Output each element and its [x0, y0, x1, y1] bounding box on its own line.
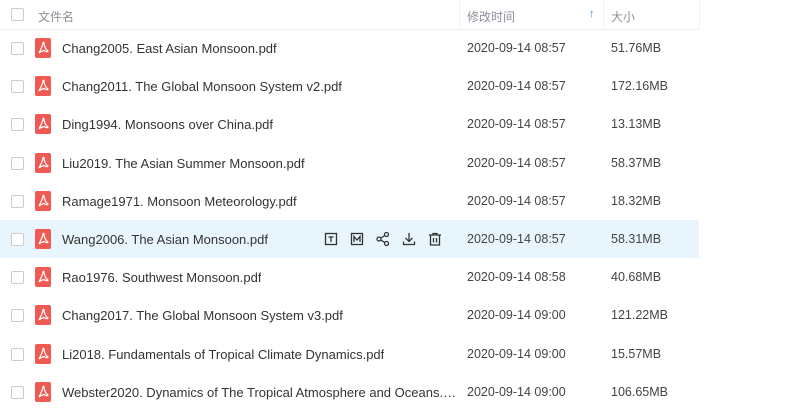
file-row[interactable]: Chang2017. The Global Monsoon System v3.… — [0, 296, 699, 334]
file-row[interactable]: Rao1976. Southwest Monsoon.pdf 2020-09-14… — [0, 258, 699, 296]
file-modified-date: 2020-09-14 09:00 — [467, 308, 566, 323]
pdf-file-icon — [35, 76, 51, 97]
file-list: 文件名 修改时间 ↑ 大小 Chang2005. East Asian Mons… — [0, 0, 800, 420]
file-name[interactable]: Wang2006. The Asian Monsoon.pdf — [62, 232, 268, 247]
sort-ascending-icon[interactable]: ↑ — [589, 8, 595, 20]
pdf-file-icon — [35, 114, 51, 135]
row-checkbox[interactable] — [11, 156, 24, 170]
file-row[interactable]: Liu2019. The Asian Summer Monsoon.pdf 202… — [0, 144, 699, 182]
save-icon[interactable] — [348, 230, 366, 248]
pdf-file-icon — [35, 343, 51, 364]
column-divider[interactable] — [699, 0, 700, 29]
pdf-file-icon — [35, 229, 51, 249]
file-name[interactable]: Liu2019. The Asian Summer Monsoon.pdf — [62, 156, 305, 171]
row-checkbox[interactable] — [11, 347, 24, 361]
pdf-file-icon — [35, 267, 51, 288]
file-size: 172.16MB — [611, 79, 668, 94]
pdf-file-icon — [35, 38, 51, 58]
file-row[interactable]: Chang2011. The Global Monsoon System v2.… — [0, 67, 699, 105]
file-size: 51.76MB — [611, 41, 662, 55]
column-divider[interactable] — [603, 0, 604, 29]
file-name[interactable]: Webster2020. Dynamics of The Tropical At… — [62, 385, 457, 400]
row-checkbox[interactable] — [11, 42, 24, 55]
row-checkbox[interactable] — [11, 309, 24, 323]
file-modified-date: 2020-09-14 09:00 — [467, 346, 566, 361]
file-row[interactable]: Ramage1971. Monsoon Meteorology.pdf 2020-… — [0, 182, 699, 220]
file-row[interactable]: Wang2006. The Asian Monsoon.pdf 2020-09-1… — [0, 220, 699, 258]
share-icon[interactable] — [374, 230, 392, 248]
column-header-size[interactable]: 大小 — [611, 8, 635, 25]
column-header-modified[interactable]: 修改时间 — [467, 8, 515, 25]
column-divider[interactable] — [459, 0, 460, 29]
file-modified-date: 2020-09-14 08:57 — [467, 117, 566, 132]
file-modified-date: 2020-09-14 08:57 — [467, 41, 566, 55]
row-checkbox[interactable] — [11, 194, 24, 208]
file-name[interactable]: Rao1976. Southwest Monsoon.pdf — [62, 270, 261, 285]
file-row[interactable]: Webster2020. Dynamics of The Tropical At… — [0, 373, 699, 411]
column-header-name[interactable]: 文件名 — [38, 8, 74, 25]
file-size: 58.37MB — [611, 155, 662, 170]
row-checkbox[interactable] — [11, 385, 24, 399]
pdf-file-icon — [35, 152, 51, 173]
file-modified-date: 2020-09-14 08:57 — [467, 193, 566, 208]
file-size: 121.22MB — [611, 308, 668, 323]
file-name[interactable]: Ding1994. Monsoons over China.pdf — [62, 117, 273, 132]
select-all-checkbox[interactable] — [11, 8, 24, 21]
file-size: 40.68MB — [611, 270, 662, 285]
file-size: 18.32MB — [611, 193, 662, 208]
file-size: 13.13MB — [611, 117, 662, 132]
file-modified-date: 2020-09-14 09:00 — [467, 384, 566, 399]
row-checkbox[interactable] — [11, 233, 24, 246]
preview-icon[interactable] — [322, 230, 340, 248]
file-modified-date: 2020-09-14 08:57 — [467, 155, 566, 170]
file-name[interactable]: Chang2011. The Global Monsoon System v2.… — [62, 79, 342, 94]
file-size: 15.57MB — [611, 346, 662, 361]
list-header: 文件名 修改时间 ↑ 大小 — [0, 0, 700, 30]
row-checkbox[interactable] — [11, 271, 24, 285]
pdf-file-icon — [35, 190, 51, 211]
pdf-file-icon — [35, 305, 51, 326]
delete-icon[interactable] — [426, 230, 444, 248]
pdf-file-icon — [35, 381, 51, 402]
file-modified-date: 2020-09-14 08:57 — [467, 232, 566, 246]
file-size: 106.65MB — [611, 384, 668, 399]
file-row[interactable]: Ding1994. Monsoons over China.pdf 2020-09… — [0, 105, 699, 143]
download-icon[interactable] — [400, 230, 418, 248]
row-checkbox[interactable] — [11, 80, 24, 94]
file-name[interactable]: Chang2005. East Asian Monsoon.pdf — [62, 41, 277, 56]
file-size: 58.31MB — [611, 232, 662, 246]
file-name[interactable]: Ramage1971. Monsoon Meteorology.pdf — [62, 194, 297, 209]
file-modified-date: 2020-09-14 08:57 — [467, 79, 566, 94]
file-row[interactable]: Li2018. Fundamentals of Tropical Climate… — [0, 335, 699, 373]
file-modified-date: 2020-09-14 08:58 — [467, 270, 566, 285]
file-row[interactable]: Chang2005. East Asian Monsoon.pdf 2020-09… — [0, 29, 699, 67]
row-checkbox[interactable] — [11, 118, 24, 132]
file-name[interactable]: Li2018. Fundamentals of Tropical Climate… — [62, 347, 384, 362]
file-name[interactable]: Chang2017. The Global Monsoon System v3.… — [62, 308, 343, 323]
